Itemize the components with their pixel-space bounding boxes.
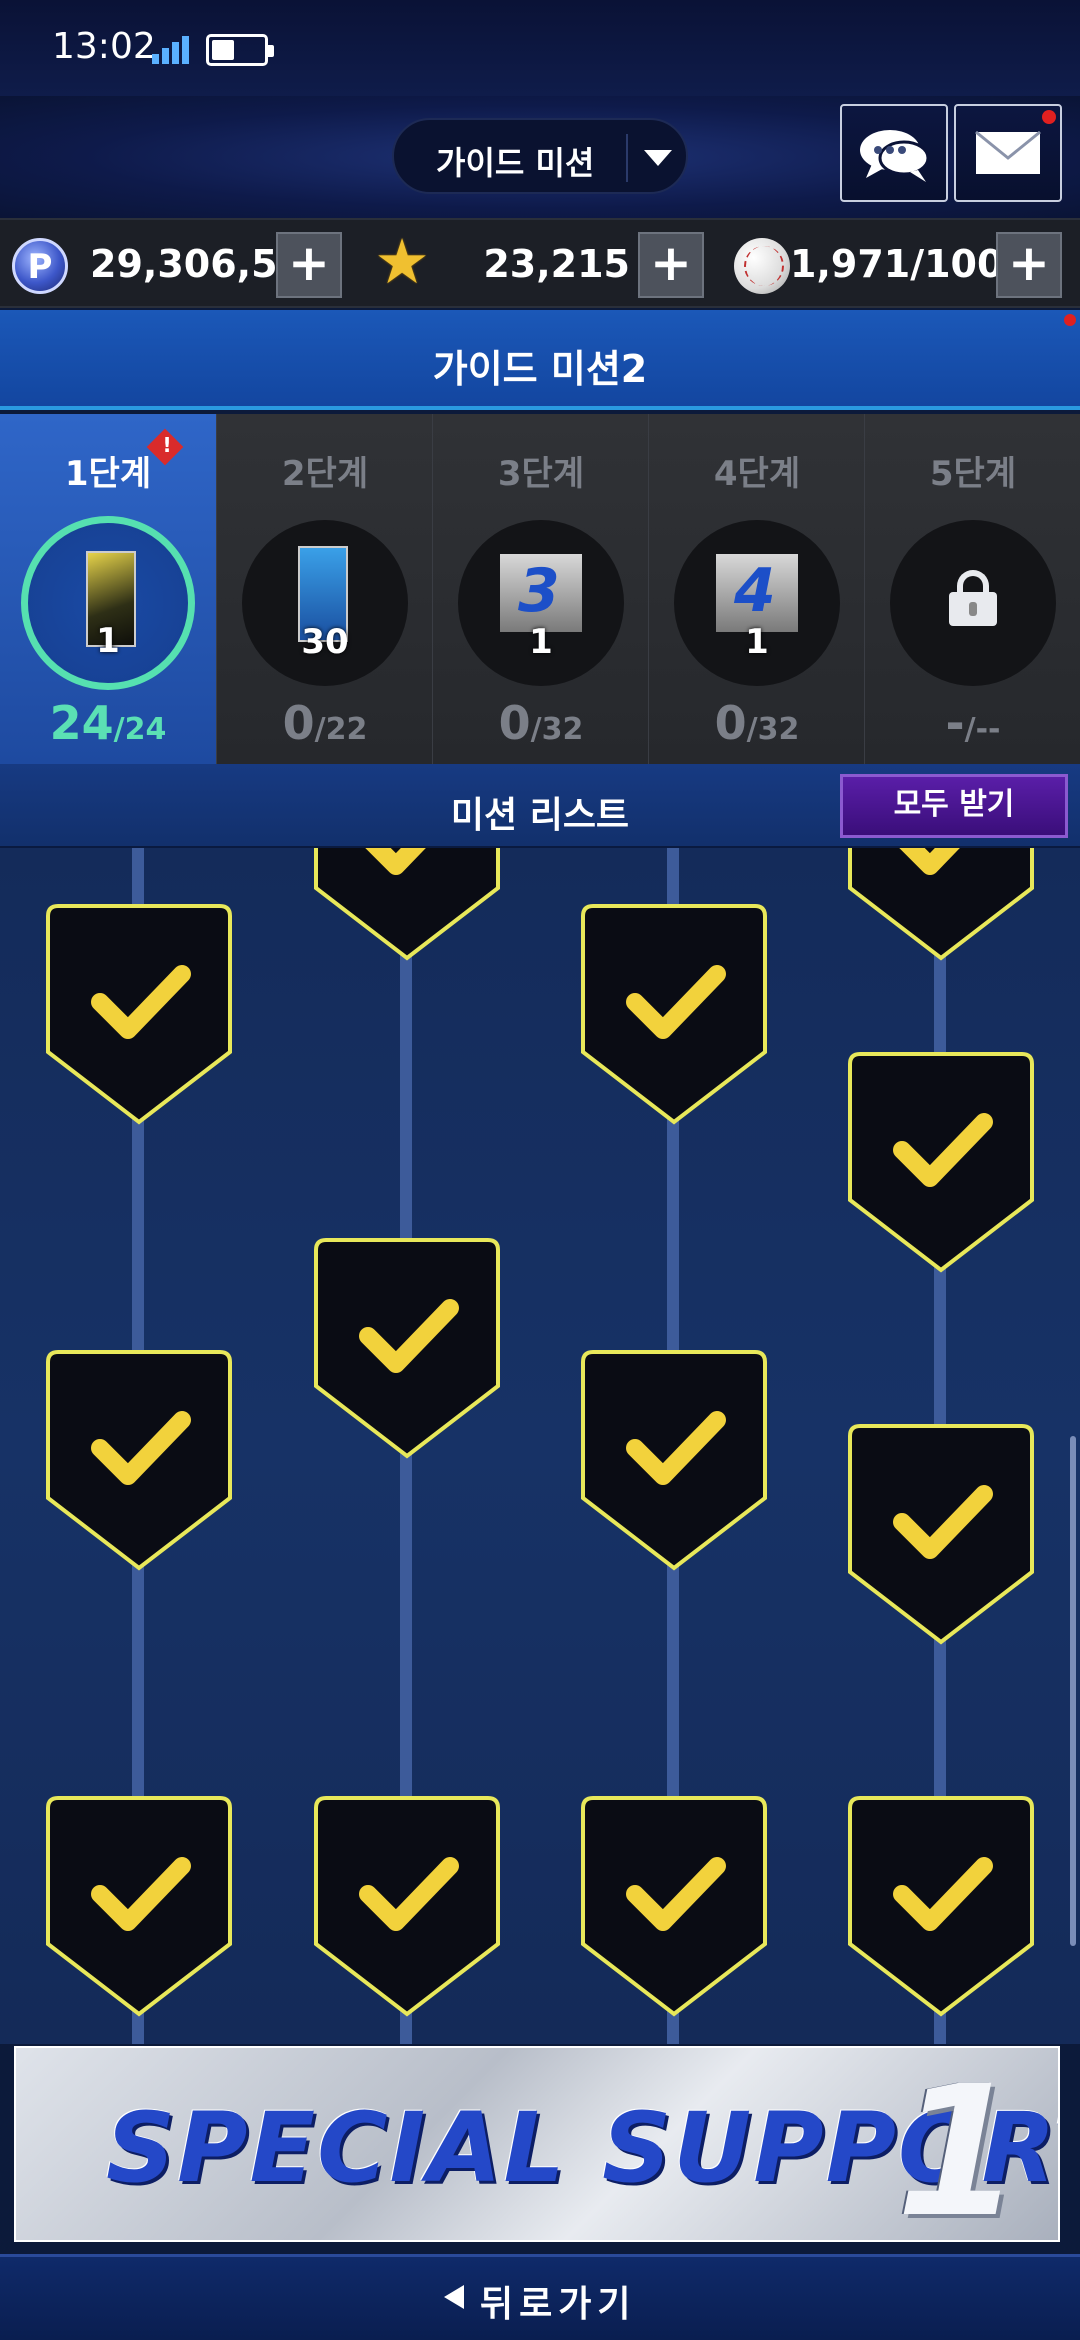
pack-3-icon: 3 xyxy=(500,554,582,632)
notification-dot xyxy=(1064,314,1076,326)
add-p-coin-button[interactable]: + xyxy=(276,232,342,298)
notification-dot xyxy=(1042,110,1056,124)
p-coin-value: 29,306,569 xyxy=(90,242,331,286)
battery-icon xyxy=(206,34,274,66)
pack-4-icon: 4 xyxy=(716,554,798,632)
page-title: 가이드 미션2 xyxy=(432,347,648,391)
stage-tab-4[interactable]: 4단계 4 1 0/32 xyxy=(648,414,864,764)
mission-badge-completed[interactable] xyxy=(44,1348,234,1572)
add-baseball-button[interactable]: + xyxy=(996,232,1062,298)
signal-icon xyxy=(152,36,189,64)
stage-tab-1[interactable]: 1단계 ! 1 24/24 xyxy=(0,414,216,764)
stage-name: 5단계 xyxy=(929,454,1017,494)
mail-button[interactable] xyxy=(954,104,1062,202)
mission-badge-completed[interactable] xyxy=(312,848,502,962)
back-label: 뒤로가기 xyxy=(480,2284,637,2325)
stage-name: 4단계 xyxy=(713,454,801,494)
stage-reward-circle: 3 1 xyxy=(458,520,624,686)
currency-bar: P 29,306,569 + ★ 23,215 + 1,971/100 + xyxy=(0,218,1080,308)
chevron-down-icon xyxy=(644,150,672,166)
stage-reward-circle: 4 1 xyxy=(674,520,840,686)
bottom-nav: 뒤로가기 xyxy=(0,2254,1080,2340)
baseball-value: 1,971/100 xyxy=(790,242,1004,286)
stage-progress: 0/32 xyxy=(498,696,584,750)
mission-badge-completed[interactable] xyxy=(579,1348,769,1572)
mission-badge-completed[interactable] xyxy=(846,1794,1036,2018)
title-bar: 가이드 미션2 xyxy=(0,310,1080,410)
lock-icon xyxy=(949,570,997,626)
stage-progress: 0/22 xyxy=(282,696,368,750)
stage-tab-3[interactable]: 3단계 3 1 0/32 xyxy=(432,414,648,764)
mission-badge-completed[interactable] xyxy=(579,902,769,1126)
add-star-button[interactable]: + xyxy=(638,232,704,298)
mode-dropdown[interactable]: 가이드 미션 xyxy=(392,118,688,194)
back-arrow-icon xyxy=(444,2285,464,2309)
reward-count: 1 xyxy=(745,622,769,662)
baseball-icon xyxy=(734,238,790,294)
scrollbar[interactable] xyxy=(1070,1436,1076,1946)
stage-tabs: 1단계 ! 1 24/24 2단계 30 0/22 3단계 3 1 0/32 4… xyxy=(0,414,1080,764)
mission-badge-completed[interactable] xyxy=(846,1422,1036,1646)
mission-badge-completed[interactable] xyxy=(846,1050,1036,1274)
stage-reward-circle xyxy=(890,520,1056,686)
top-header: 가이드 미션 xyxy=(0,96,1080,218)
stage-name: 2단계 xyxy=(281,454,369,494)
status-time: 13:02 xyxy=(52,26,156,67)
star-value: 23,215 xyxy=(483,242,630,286)
reward-count: 1 xyxy=(529,622,553,662)
mission-badge-completed[interactable] xyxy=(44,902,234,1126)
stage-tab-2[interactable]: 2단계 30 0/22 xyxy=(216,414,432,764)
mission-badge-completed[interactable] xyxy=(579,1794,769,2018)
mode-label: 가이드 미션 xyxy=(436,144,595,182)
chat-icon xyxy=(860,130,930,182)
reward-count: 1 xyxy=(96,621,120,661)
stage-reward-circle: 1 xyxy=(21,516,195,690)
back-button[interactable]: 뒤로가기 xyxy=(420,2257,660,2340)
stage-progress: 0/32 xyxy=(714,696,800,750)
star-icon: ★ xyxy=(374,225,430,298)
stage-tab-5[interactable]: 5단계 -/-- xyxy=(864,414,1080,764)
reward-count: 30 xyxy=(301,622,349,662)
stage-name: 1단계 xyxy=(64,454,152,494)
stage-name: 3단계 xyxy=(497,454,585,494)
banner-number: 1 xyxy=(896,2048,1022,2242)
stage-progress: -/-- xyxy=(945,696,1001,750)
mission-badge-completed[interactable] xyxy=(312,1236,502,1460)
mission-badge-completed[interactable] xyxy=(44,1794,234,2018)
stage-reward-circle: 30 xyxy=(242,520,408,686)
stage-progress: 24/24 xyxy=(49,696,167,750)
mission-grid xyxy=(0,848,1080,2044)
mission-list-header: 미션 리스트 모두 받기 xyxy=(0,764,1080,848)
status-bar: 13:02 xyxy=(0,0,1080,96)
mission-badge-completed[interactable] xyxy=(846,848,1036,962)
receive-all-button[interactable]: 모두 받기 xyxy=(840,774,1068,838)
mission-badge-completed[interactable] xyxy=(312,1794,502,2018)
chat-button[interactable] xyxy=(840,104,948,202)
p-coin-icon: P xyxy=(12,238,68,294)
special-support-banner[interactable]: SPECIAL SUPPORT 1 xyxy=(14,2046,1060,2242)
